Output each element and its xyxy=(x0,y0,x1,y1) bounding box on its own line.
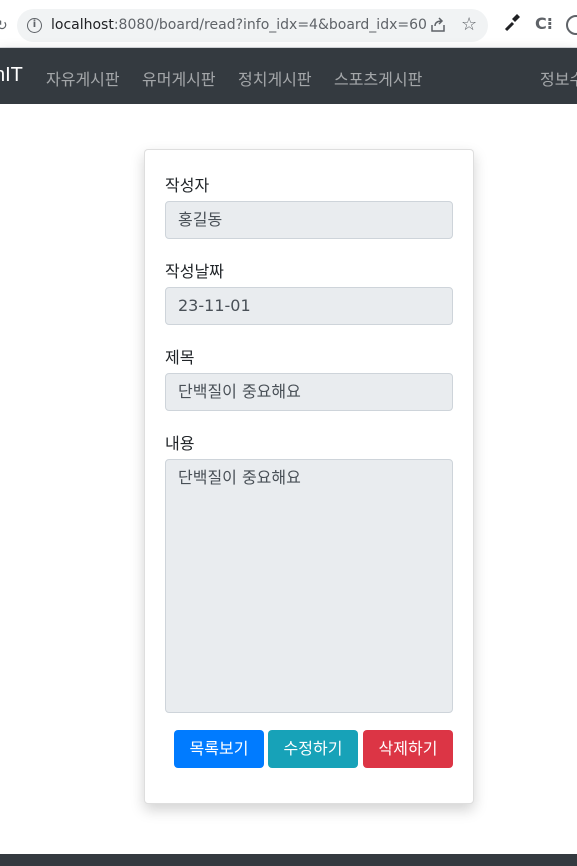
writer-field: 홍길동 xyxy=(165,201,453,239)
nav-link-user-info[interactable]: 정보수 xyxy=(540,66,577,90)
subject-field: 단백질이 중요해요 xyxy=(165,373,453,411)
delete-button[interactable]: 삭제하기 xyxy=(363,730,453,768)
brand-logo[interactable]: nIT xyxy=(0,64,23,87)
main-content: 작성자 홍길동 작성날짜 23-11-01 제목 단백질이 중요해요 내용 단백… xyxy=(0,104,577,854)
content-textarea[interactable]: 단백질이 중요해요 xyxy=(165,459,453,713)
top-navbar: nIT 자유게시판 유머게시판 정치게시판 스포츠게시판 정보수 xyxy=(0,48,577,104)
writer-label: 작성자 xyxy=(165,176,210,195)
content-label: 내용 xyxy=(165,434,195,453)
bookmark-star-icon[interactable]: ☆ xyxy=(461,14,477,35)
post-read-card: 작성자 홍길동 작성날짜 23-11-01 제목 단백질이 중요해요 내용 단백… xyxy=(144,149,474,804)
nav-link-free-board[interactable]: 자유게시판 xyxy=(46,66,120,90)
date-field: 23-11-01 xyxy=(165,287,453,325)
profile-icon[interactable] xyxy=(566,15,577,35)
site-info-icon[interactable]: i xyxy=(27,18,42,33)
edit-button[interactable]: 수정하기 xyxy=(268,730,358,768)
reload-icon[interactable]: ↻ xyxy=(0,18,8,34)
nav-link-politics-board[interactable]: 정치게시판 xyxy=(238,66,312,90)
date-label: 작성날짜 xyxy=(165,262,224,281)
share-icon[interactable] xyxy=(430,17,446,33)
nav-link-humor-board[interactable]: 유머게시판 xyxy=(142,66,216,90)
browser-toolbar: ↻ i localhost:8080/board/read?info_idx=4… xyxy=(0,0,577,48)
address-bar[interactable]: i localhost:8080/board/read?info_idx=4&b… xyxy=(17,9,488,42)
list-button[interactable]: 목록보기 xyxy=(174,730,264,768)
nav-link-sports-board[interactable]: 스포츠게시판 xyxy=(334,66,422,90)
footer xyxy=(0,854,577,866)
eyedropper-icon[interactable] xyxy=(503,13,521,33)
subject-label: 제목 xyxy=(165,348,195,367)
extension-icon[interactable]: C⁝ xyxy=(535,14,553,33)
url-text[interactable]: localhost:8080/board/read?info_idx=4&boa… xyxy=(51,17,427,33)
